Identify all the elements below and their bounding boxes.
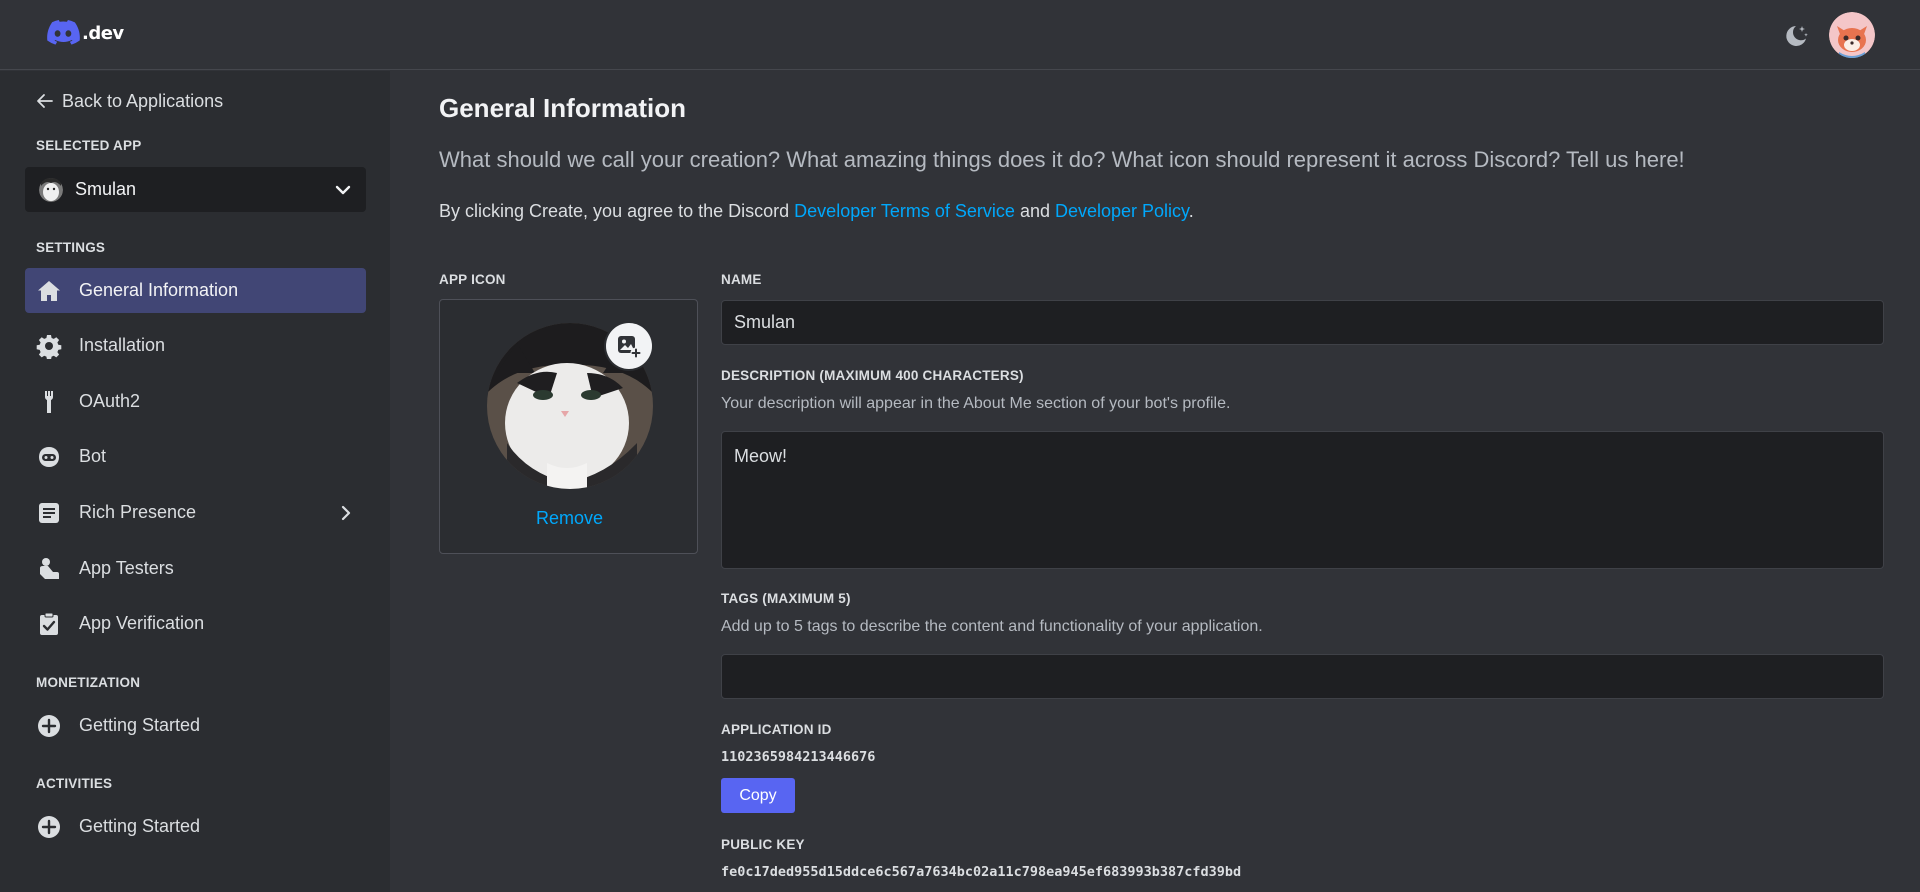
plus-circle-icon bbox=[35, 712, 63, 740]
sidebar-item-label: Rich Presence bbox=[79, 502, 197, 522]
bot-icon bbox=[35, 443, 63, 471]
sidebar-item-label: Bot bbox=[79, 446, 107, 466]
terms-and: and bbox=[1014, 201, 1055, 221]
description-label: DESCRIPTION (MAXIMUM 400 CHARACTERS) bbox=[721, 368, 1024, 383]
user-avatar[interactable] bbox=[1829, 12, 1875, 58]
sidebar-item-label: OAuth2 bbox=[79, 391, 141, 411]
sidebar-item-rich-presence[interactable]: Rich Presence bbox=[25, 490, 366, 535]
sidebar-item-activities-getting-started[interactable]: Getting Started bbox=[25, 804, 366, 849]
sidebar-item-label: Getting Started bbox=[79, 816, 201, 836]
selected-app-name: Smulan bbox=[75, 179, 137, 199]
theme-toggle-button[interactable] bbox=[1780, 20, 1812, 52]
sidebar-item-label: Getting Started bbox=[79, 715, 201, 735]
moon-sparkle-icon bbox=[1786, 26, 1808, 46]
activities-heading: ACTIVITIES bbox=[36, 776, 113, 791]
main-content: General Information What should we call … bbox=[390, 71, 1920, 892]
upload-image-button[interactable] bbox=[606, 323, 652, 369]
home-icon bbox=[35, 277, 63, 305]
app-icon-panel: Remove bbox=[439, 299, 698, 554]
document-icon bbox=[35, 499, 63, 527]
application-id-value: 1102365984213446676 bbox=[721, 749, 876, 765]
arrow-left-icon bbox=[37, 94, 53, 108]
terms-notice: By clicking Create, you agree to the Dis… bbox=[439, 201, 1194, 222]
image-add-icon bbox=[618, 336, 642, 359]
sidebar-item-label: App Testers bbox=[79, 558, 174, 578]
settings-heading: SETTINGS bbox=[36, 240, 106, 255]
plus-circle-icon bbox=[35, 813, 63, 841]
app-thumbnail bbox=[39, 177, 63, 202]
sidebar-item-label: General Information bbox=[79, 280, 239, 300]
application-id-label: APPLICATION ID bbox=[721, 722, 832, 737]
person-icon bbox=[35, 555, 63, 583]
developer-terms-link[interactable]: Developer Terms of Service bbox=[794, 201, 1015, 221]
top-bar: .dev bbox=[0, 0, 1920, 70]
selected-app-heading: SELECTED APP bbox=[36, 138, 142, 153]
sidebar-item-label: App Verification bbox=[79, 613, 205, 633]
sidebar-item-installation[interactable]: Installation bbox=[25, 323, 366, 368]
back-link-label: Back to Applications bbox=[62, 90, 224, 111]
fox-avatar-icon bbox=[1829, 12, 1875, 58]
chevron-right-icon bbox=[336, 503, 356, 523]
brand-suffix: .dev bbox=[82, 22, 124, 44]
wrench-icon bbox=[35, 388, 63, 416]
sidebar-item-label: Installation bbox=[79, 335, 166, 355]
terms-suffix: . bbox=[1188, 201, 1194, 221]
description-help: Your description will appear in the Abou… bbox=[721, 395, 1231, 412]
app-select-dropdown[interactable]: Smulan bbox=[25, 167, 366, 212]
discord-dev-logo[interactable]: .dev bbox=[46, 20, 124, 46]
public-key-value: fe0c17ded955d15ddce6c567a7634bc02a11c798… bbox=[721, 864, 1242, 880]
app-icon-label: APP ICON bbox=[439, 272, 506, 287]
sidebar-item-general-information[interactable]: General Information bbox=[25, 268, 366, 313]
terms-prefix: By clicking Create, you agree to the Dis… bbox=[439, 201, 795, 221]
sidebar-item-oauth2[interactable]: OAuth2 bbox=[25, 379, 366, 424]
sidebar: Back to Applications SELECTED APP Smulan… bbox=[0, 71, 390, 892]
tags-help: Add up to 5 tags to describe the content… bbox=[721, 618, 1263, 635]
monetization-heading: MONETIZATION bbox=[36, 675, 141, 690]
sidebar-item-bot[interactable]: Bot bbox=[25, 434, 366, 479]
page-subtitle: What should we call your creation? What … bbox=[439, 147, 1685, 172]
gear-icon bbox=[35, 332, 63, 360]
sidebar-item-monetization-getting-started[interactable]: Getting Started bbox=[25, 703, 366, 748]
back-to-applications-link[interactable]: Back to Applications bbox=[36, 89, 223, 113]
sidebar-item-app-verification[interactable]: App Verification bbox=[25, 601, 366, 646]
name-input[interactable] bbox=[721, 300, 1884, 345]
remove-icon-link[interactable]: Remove bbox=[440, 508, 699, 529]
page-title: General Information bbox=[439, 93, 687, 123]
clipboard-check-icon bbox=[35, 610, 63, 638]
discord-logo-icon bbox=[47, 20, 80, 45]
copy-application-id-button[interactable]: Copy bbox=[721, 778, 795, 813]
chevron-down-icon bbox=[335, 185, 351, 194]
tags-input[interactable] bbox=[721, 654, 1884, 699]
name-label: NAME bbox=[721, 272, 762, 287]
public-key-label: PUBLIC KEY bbox=[721, 837, 805, 852]
sidebar-item-app-testers[interactable]: App Testers bbox=[25, 546, 366, 591]
developer-policy-link[interactable]: Developer Policy bbox=[1055, 201, 1189, 221]
description-textarea[interactable]: Meow! bbox=[721, 431, 1884, 569]
tags-label: TAGS (MAXIMUM 5) bbox=[721, 591, 851, 606]
